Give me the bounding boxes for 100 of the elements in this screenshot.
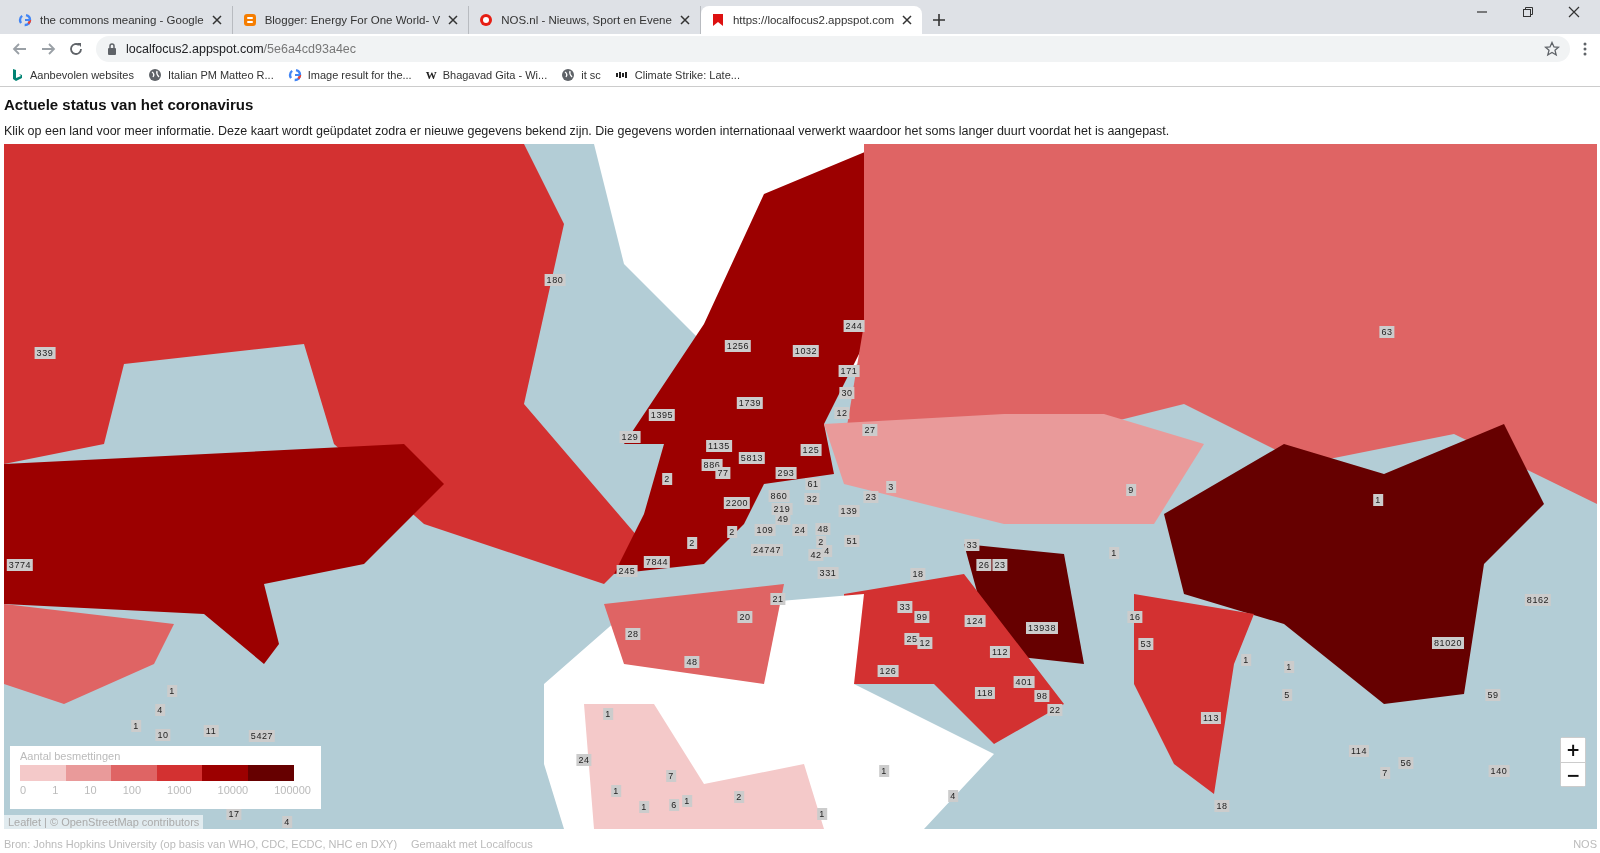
case-count-label: 114 [1348,745,1370,757]
close-icon[interactable] [1568,6,1580,18]
case-count-label: 11 [203,725,219,737]
bookmark-item[interactable]: W Bhagavad Gita - Wi... [425,69,548,81]
case-count-label: 59 [1485,689,1501,701]
case-count-label: 10 [155,729,171,741]
case-count-label: 8162 [1524,594,1552,606]
bookmark-item[interactable]: Italian PM Matteo R... [147,68,274,82]
case-count-label: 339 [34,347,56,359]
ring-icon [287,68,302,82]
case-count-label: 33 [897,601,913,613]
case-count-label: 5 [1282,689,1292,701]
case-count-label: 124 [964,615,986,627]
case-count-label: 23 [863,491,879,503]
case-count-label: 63 [1379,326,1395,338]
case-count-label: 56 [1398,757,1414,769]
source-text: Bron: Johns Hopkins University (op basis van WHO, CDC, ECDC, NHC en DXY) [4,838,398,850]
case-count-label: 22 [1047,704,1063,716]
bookmark-icon [10,68,24,82]
ring-icon [479,13,494,27]
lock-icon [106,42,118,56]
case-count-label: 18 [1214,800,1230,812]
case-count-label: 1739 [736,397,764,409]
case-count-label: 24 [576,754,592,766]
page-title: Actuele status van het coronavirus [4,96,255,113]
forward-icon[interactable] [40,41,56,57]
case-count-label: 1135 [706,440,732,452]
legend-title: Aantal besmettingen [20,750,122,762]
case-count-label: 5813 [738,452,766,464]
case-count-label: 245 [616,565,638,577]
case-count-label: 1 [1284,661,1294,673]
restore-icon[interactable] [1522,6,1534,18]
case-count-label: 2 [662,473,672,485]
case-count-label: 7 [1380,767,1390,779]
case-count-label: 49 [775,513,791,525]
close-icon[interactable] [901,15,912,25]
case-count-label: 32 [804,493,820,505]
case-count-label: 401 [1013,676,1035,688]
legend-tick: 100 [122,784,141,796]
case-count-label: 6 [669,799,679,811]
bookmark-item[interactable]: Aanbevolen websites [10,68,134,82]
case-count-label: 48 [815,523,831,535]
case-count-label: 3 [886,481,896,493]
bookmark-item[interactable]: Image result for the... [287,68,412,82]
case-count-label: 13938 [1026,622,1058,634]
case-count-label: 1 [1241,654,1251,666]
case-count-label: 98 [1034,690,1050,702]
bookmark-item[interactable]: it sc [561,68,601,82]
brand-text: NOS [1573,838,1597,850]
case-count-label: 244 [843,320,865,332]
case-count-label: 24 [792,524,808,536]
zoom-out-button[interactable]: − [1561,762,1585,786]
back-icon[interactable] [12,41,28,57]
case-count-label: 4 [282,816,292,828]
case-count-label: 293 [775,467,797,479]
reload-icon[interactable] [68,41,84,57]
case-count-label: 1 [131,720,141,732]
legend-tick: 1000 [167,784,192,796]
close-icon[interactable] [448,15,459,25]
case-count-label: 25 [904,633,920,645]
case-count-label: 81020 [1432,637,1464,649]
case-count-label: 7844 [643,556,671,568]
case-count-label: 180 [544,274,566,286]
case-count-label: 113 [1200,712,1222,724]
legend-tick: 1 [52,784,59,796]
case-count-label: 1395 [648,409,676,421]
case-count-label: 48 [684,656,700,668]
case-count-label: 125 [800,444,822,456]
case-count-label: 118 [974,687,996,699]
case-count-label: 20 [737,611,753,623]
close-icon[interactable] [211,15,222,25]
case-count-label: 61 [805,478,821,490]
tab-title: Blogger: Energy For One World- V [264,14,441,26]
case-count-label: 4 [948,790,958,802]
case-count-label: 331 [817,567,839,579]
case-count-label: 129 [619,431,641,443]
star-icon[interactable] [1544,41,1560,57]
case-count-label: 28 [625,628,641,640]
square-icon [242,13,257,27]
case-count-label: 1032 [792,345,820,357]
wiki-icon: W [425,69,437,81]
menu-icon[interactable] [1582,41,1588,57]
case-count-label: 27 [862,424,878,436]
case-count-label: 99 [914,611,930,623]
case-count-label: 1 [879,765,889,777]
browser-tab[interactable]: https://localfocus2.appspot.com [700,6,922,34]
tab-title: NOS.nl - Nieuws, Sport en Evene [501,14,672,26]
new-tab-icon[interactable] [931,13,946,27]
case-count-label: 171 [838,365,860,377]
close-icon[interactable] [679,15,690,25]
flag-icon [710,13,725,27]
case-count-label: 1 [817,808,827,820]
case-count-label: 126 [877,665,899,677]
case-count-label: 1 [611,785,621,797]
case-count-label: 1 [682,795,692,807]
case-count-label: 26 [976,559,992,571]
case-count-label: 1 [603,708,613,720]
bookmark-item[interactable]: Climate Strike: Late... [614,68,740,82]
tab-title: the commons meaning - Google [40,14,204,26]
case-count-label: 860 [768,490,790,502]
